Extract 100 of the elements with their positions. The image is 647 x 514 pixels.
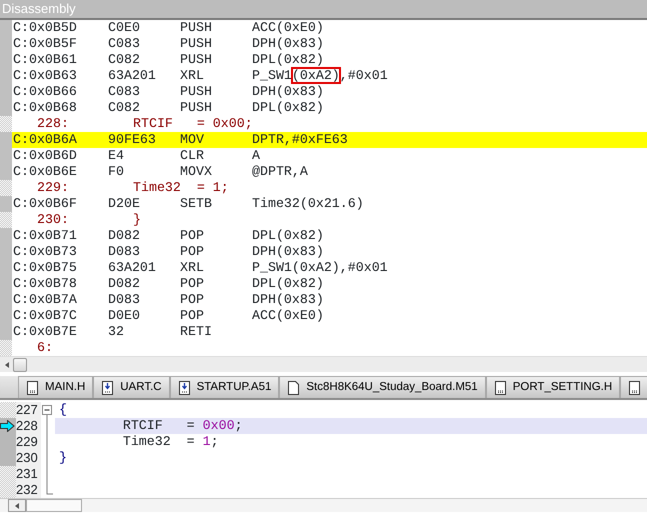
gutter-strip: [0, 180, 12, 196]
operand-text: P_SW1(0xA2),#0x01: [252, 260, 388, 276]
opcode-text: C0E0: [108, 20, 141, 36]
line-number: 232: [16, 482, 41, 498]
address-text: C:0x0B5D: [12, 20, 78, 36]
document-icon: [628, 380, 642, 394]
code-line: Time32 = 1;: [122, 434, 220, 450]
document-icon: [26, 380, 39, 394]
address-text: C:0x0B66: [12, 84, 78, 100]
opcode-text: C083: [108, 36, 141, 52]
operand-text: DPH(0x83): [252, 36, 324, 52]
opcode-text: D082: [108, 228, 141, 244]
operand-text: ACC(0xE0): [252, 308, 324, 324]
source-code-text: Time32 = 1;: [133, 180, 229, 196]
file-tab[interactable]: UART.C: [93, 376, 170, 398]
line-number: 230: [16, 450, 41, 466]
gutter-strip: [0, 324, 12, 340]
file-tab[interactable]: [620, 376, 647, 398]
source-code-text: RTCIF = 0x00;: [133, 116, 253, 132]
address-text: C:0x0B61: [12, 52, 78, 68]
gutter-strip: [0, 196, 12, 212]
operand-text: DPH(0x83): [252, 292, 324, 308]
operand-text: ACC(0xE0): [252, 20, 324, 36]
mnemonic-text: PUSH: [180, 52, 213, 68]
gutter-strip: [0, 228, 12, 244]
opcode-text: E4: [108, 148, 125, 164]
opcode-text: D082: [108, 276, 141, 292]
source-line-number: 229:: [36, 180, 70, 196]
address-text: C:0x0B73: [12, 244, 78, 260]
operand-text: DPL(0x82): [252, 276, 324, 292]
gutter-strip: [0, 132, 12, 148]
address-text: C:0x0B68: [12, 100, 78, 116]
line-number: 231: [16, 466, 41, 482]
collapse-icon[interactable]: [41, 402, 53, 418]
panel-title: Disassembly: [0, 0, 647, 20]
operand-text: DPL(0x82): [252, 228, 324, 244]
address-text: C:0x0B7E: [12, 324, 78, 340]
source-line-number: 230:: [36, 212, 70, 228]
scrollbar-thumb[interactable]: [13, 358, 27, 372]
mnemonic-text: MOVX: [180, 164, 213, 180]
download-document-icon: [101, 380, 114, 394]
opcode-text: C082: [108, 100, 141, 116]
opcode-text: C083: [108, 84, 141, 100]
address-text: C:0x0B7A: [12, 292, 78, 308]
mnemonic-text: PUSH: [180, 20, 213, 36]
address-text: C:0x0B75: [12, 260, 78, 276]
line-number: 228: [16, 418, 41, 434]
address-text: C:0x0B71: [12, 228, 78, 244]
operand-text: DPH(0x83): [252, 244, 324, 260]
operand-text: DPL(0x82): [252, 52, 324, 68]
gutter-strip: [0, 164, 12, 180]
gutter-strip: [0, 212, 12, 228]
scrollbar-thumb[interactable]: [26, 499, 82, 512]
mnemonic-text: XRL: [180, 68, 205, 84]
operand-text: Time32(0x21.6): [252, 196, 364, 212]
code-line: }: [58, 450, 68, 466]
blank-document-icon: [287, 380, 300, 394]
opcode-text: 63A201: [108, 260, 157, 276]
mnemonic-text: PUSH: [180, 84, 213, 100]
operand-text: DPTR,#0xFE63: [252, 132, 348, 148]
source-line-number: 228:: [36, 116, 70, 132]
operand-text: DPH(0x83): [252, 84, 324, 100]
opcode-text: 90FE63: [108, 132, 157, 148]
address-text: C:0x0B7C: [12, 308, 78, 324]
opcode-text: D0E0: [108, 308, 141, 324]
opcode-text: D083: [108, 292, 141, 308]
opcode-text: C082: [108, 52, 141, 68]
opcode-text: 32: [108, 324, 125, 340]
opcode-text: D083: [108, 244, 141, 260]
mnemonic-text: POP: [180, 228, 205, 244]
address-text: C:0x0B78: [12, 276, 78, 292]
scroll-left-button[interactable]: [8, 499, 26, 512]
operand-text: P_SW1(0xA2),#0x01: [252, 68, 388, 84]
operand-text: DPL(0x82): [252, 100, 324, 116]
file-tab[interactable]: MAIN.H: [18, 376, 94, 398]
mnemonic-text: POP: [180, 292, 205, 308]
gutter-strip: [0, 100, 12, 116]
mnemonic-text: RETI: [180, 324, 213, 340]
mnemonic-text: MOV: [180, 132, 205, 148]
source-code-text: }: [133, 212, 141, 228]
document-icon: [494, 380, 507, 394]
download-document-icon: [178, 380, 191, 394]
opcode-text: F0: [108, 164, 125, 180]
file-tab[interactable]: Stc8H8K64U_Studay_Board.M51: [279, 376, 486, 398]
opcode-text: 63A201: [108, 68, 157, 84]
mnemonic-text: PUSH: [180, 100, 213, 116]
mnemonic-text: XRL: [180, 260, 205, 276]
address-text: C:0x0B6F: [12, 196, 78, 212]
gutter-strip: [0, 20, 12, 36]
source-line-number: 6:: [36, 340, 54, 356]
file-tab[interactable]: STARTUP.A51: [170, 376, 280, 398]
mnemonic-text: POP: [180, 244, 205, 260]
file-tab[interactable]: PORT_SETTING.H: [486, 376, 620, 398]
line-number: 229: [16, 434, 41, 450]
scroll-left-icon[interactable]: [5, 362, 9, 368]
mnemonic-text: SETB: [180, 196, 213, 212]
mnemonic-text: POP: [180, 276, 205, 292]
address-text: C:0x0B63: [12, 68, 78, 84]
opcode-text: D20E: [108, 196, 141, 212]
address-text: C:0x0B5F: [12, 36, 78, 52]
